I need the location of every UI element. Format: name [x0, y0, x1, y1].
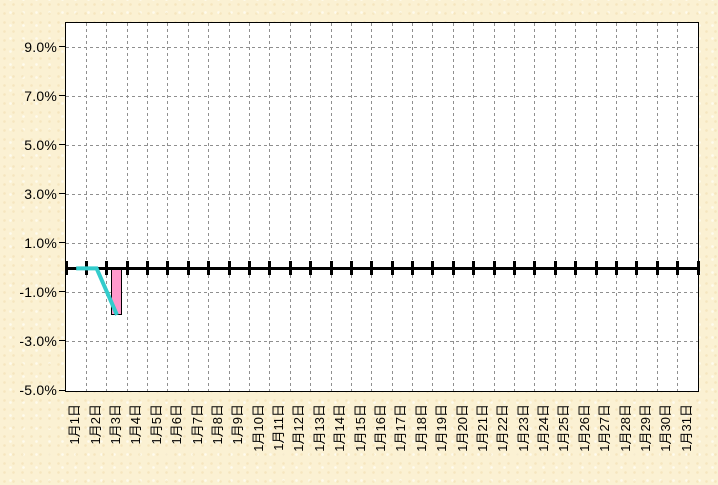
x-axis-label-text: 1月17日 [394, 404, 408, 452]
x-axis-label-text: 1月26日 [578, 404, 592, 452]
x-axis-label: 1月4日 [129, 404, 143, 468]
y-axis-label: 9.0% [0, 38, 57, 56]
x-axis-label: 1月22日 [496, 404, 510, 468]
x-axis-label: 1月5日 [150, 404, 164, 468]
y-axis-tick [59, 46, 65, 47]
x-axis-label: 1月21日 [476, 404, 490, 468]
y-axis-label: 1.0% [0, 234, 57, 252]
x-axis-label: 1月14日 [333, 404, 347, 468]
x-axis-label-text: 1月23日 [517, 404, 531, 452]
x-axis-label: 1月31日 [680, 404, 694, 468]
x-axis-label-text: 1月8日 [211, 404, 225, 444]
y-axis-label: 3.0% [0, 185, 57, 203]
x-axis-label-text: 1月9日 [231, 404, 245, 444]
x-axis-label-text: 1月19日 [435, 404, 449, 452]
y-axis-label: -1.0% [0, 283, 57, 301]
x-axis-label: 1月29日 [639, 404, 653, 468]
x-axis-label-text: 1月5日 [150, 404, 164, 444]
y-axis-tick [59, 193, 65, 194]
x-axis-label: 1月16日 [374, 404, 388, 468]
x-axis-label-text: 1月21日 [476, 404, 490, 452]
x-axis-label-text: 1月12日 [292, 404, 306, 452]
x-axis-label: 1月2日 [89, 404, 103, 468]
y-axis-tick [59, 291, 65, 292]
x-axis-label-text: 1月3日 [109, 404, 123, 444]
x-axis-label: 1月1日 [68, 404, 82, 468]
x-axis-label: 1月19日 [435, 404, 449, 468]
x-axis-label: 1月17日 [394, 404, 408, 468]
x-axis-label: 1月15日 [354, 404, 368, 468]
x-axis-label-text: 1月29日 [639, 404, 653, 452]
chart-canvas: 9.0% 7.0% 5.0% 3.0% 1.0% -1.0% -3.0% -5.0% 1月1日… [0, 0, 718, 485]
y-axis-label: -3.0% [0, 332, 57, 350]
x-axis-label: 1月26日 [578, 404, 592, 468]
x-axis-label-text: 1月25日 [557, 404, 571, 452]
x-axis-label-text: 1月15日 [354, 404, 368, 452]
x-axis-label: 1月18日 [415, 404, 429, 468]
x-axis-label-text: 1月22日 [496, 404, 510, 452]
x-axis-label: 1月23日 [517, 404, 531, 468]
y-axis-tick [59, 144, 65, 145]
x-axis-label: 1月13日 [313, 404, 327, 468]
x-axis-label-text: 1月31日 [680, 404, 694, 452]
x-axis-label: 1月24日 [537, 404, 551, 468]
y-axis-tick [59, 242, 65, 243]
x-axis-label-text: 1月11日 [272, 404, 286, 451]
x-axis-label: 1月9日 [231, 404, 245, 468]
x-axis-label-text: 1月24日 [537, 404, 551, 452]
plot-area [65, 22, 699, 392]
x-axis-label-text: 1月2日 [89, 404, 103, 444]
x-axis-label-text: 1月28日 [619, 404, 633, 452]
x-axis-label: 1月10日 [252, 404, 266, 468]
x-axis-label: 1月7日 [191, 404, 205, 468]
x-axis-label: 1月25日 [557, 404, 571, 468]
x-axis-label-text: 1月13日 [313, 404, 327, 452]
y-axis-label: 5.0% [0, 136, 57, 154]
y-axis-tick [59, 340, 65, 341]
x-axis-label-text: 1月1日 [68, 404, 82, 444]
y-axis-tick [59, 95, 65, 96]
y-axis-label: -5.0% [0, 381, 57, 399]
x-axis-label: 1月8日 [211, 404, 225, 468]
x-axis-label-text: 1月4日 [129, 404, 143, 444]
x-axis-label-text: 1月10日 [252, 404, 266, 452]
x-axis-label: 1月28日 [619, 404, 633, 468]
x-axis-label-text: 1月27日 [598, 404, 612, 452]
x-axis-label: 1月6日 [170, 404, 184, 468]
x-axis-label-text: 1月18日 [415, 404, 429, 452]
x-axis-label-text: 1月7日 [191, 404, 205, 444]
y-axis-tick [59, 390, 65, 391]
x-axis-label: 1月30日 [659, 404, 673, 468]
y-axis-label: 7.0% [0, 87, 57, 105]
x-axis-label: 1月27日 [598, 404, 612, 468]
x-axis-label-text: 1月30日 [659, 404, 673, 452]
x-axis-label-text: 1月14日 [333, 404, 347, 452]
x-axis-label: 1月12日 [292, 404, 306, 468]
x-axis-label: 1月20日 [456, 404, 470, 468]
x-axis-label: 1月3日 [109, 404, 123, 468]
x-axis-label-text: 1月6日 [170, 404, 184, 444]
x-axis-label-text: 1月20日 [456, 404, 470, 452]
x-axis-label-text: 1月16日 [374, 404, 388, 452]
x-axis-label: 1月11日 [272, 404, 286, 468]
